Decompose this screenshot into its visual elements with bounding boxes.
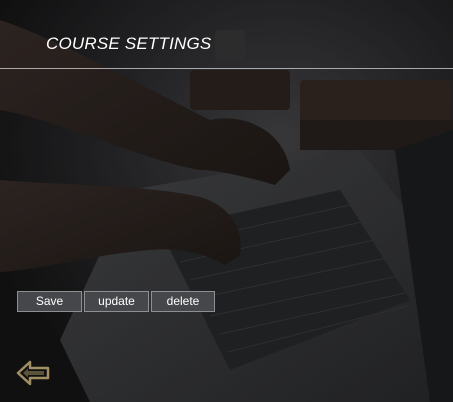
page-title: COURSE SETTINGS xyxy=(46,34,212,53)
laptop-typing-background xyxy=(0,0,453,402)
delete-button[interactable]: delete xyxy=(151,291,215,312)
arrow-left-icon xyxy=(16,360,50,386)
header-divider xyxy=(0,68,453,69)
course-settings-screen: COURSE SETTINGS Save update delete xyxy=(0,0,453,402)
save-button[interactable]: Save xyxy=(17,291,82,312)
update-button[interactable]: update xyxy=(84,291,149,312)
back-button[interactable] xyxy=(15,359,51,387)
